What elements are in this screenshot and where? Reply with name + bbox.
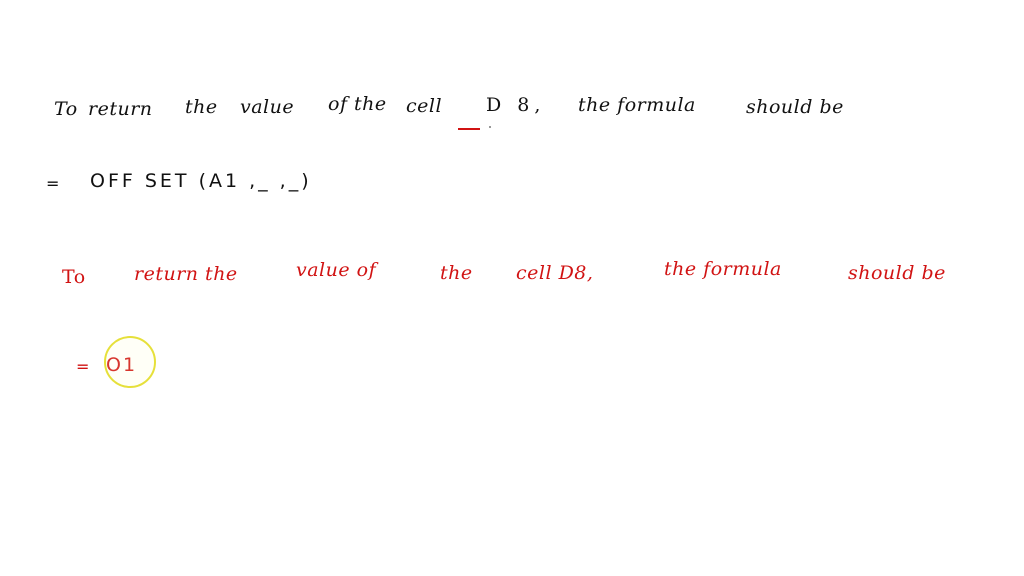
red-word-cell-d8: cell D8, — [516, 262, 594, 284]
word-to: To — [54, 98, 78, 120]
pen-cursor-highlight-icon — [104, 336, 156, 388]
blank-underline-mark — [458, 128, 480, 130]
word-value: value — [240, 96, 295, 118]
word-the: the — [185, 96, 218, 118]
word-should-be: should be — [746, 96, 844, 118]
red-word-the-formula: the formula — [664, 258, 782, 280]
red-word-return-the: return the — [134, 263, 238, 285]
red-word-the: the — [440, 262, 473, 284]
formula-offset-text: OFF SET (A1 ,_ ,_) — [90, 170, 312, 192]
red-word-to: To — [62, 266, 86, 288]
word-cell: cell — [406, 95, 443, 117]
red-equals-sign: = — [76, 357, 93, 376]
word-of-the: of the — [328, 93, 387, 115]
dot-mark — [489, 126, 491, 128]
word-d8: D 8, — [486, 94, 546, 116]
word-return: return — [88, 98, 153, 120]
red-word-value-of: value of — [296, 259, 377, 281]
equals-sign: = — [46, 174, 63, 193]
red-word-should-be: should be — [848, 262, 946, 284]
word-the-formula: the formula — [578, 94, 696, 116]
